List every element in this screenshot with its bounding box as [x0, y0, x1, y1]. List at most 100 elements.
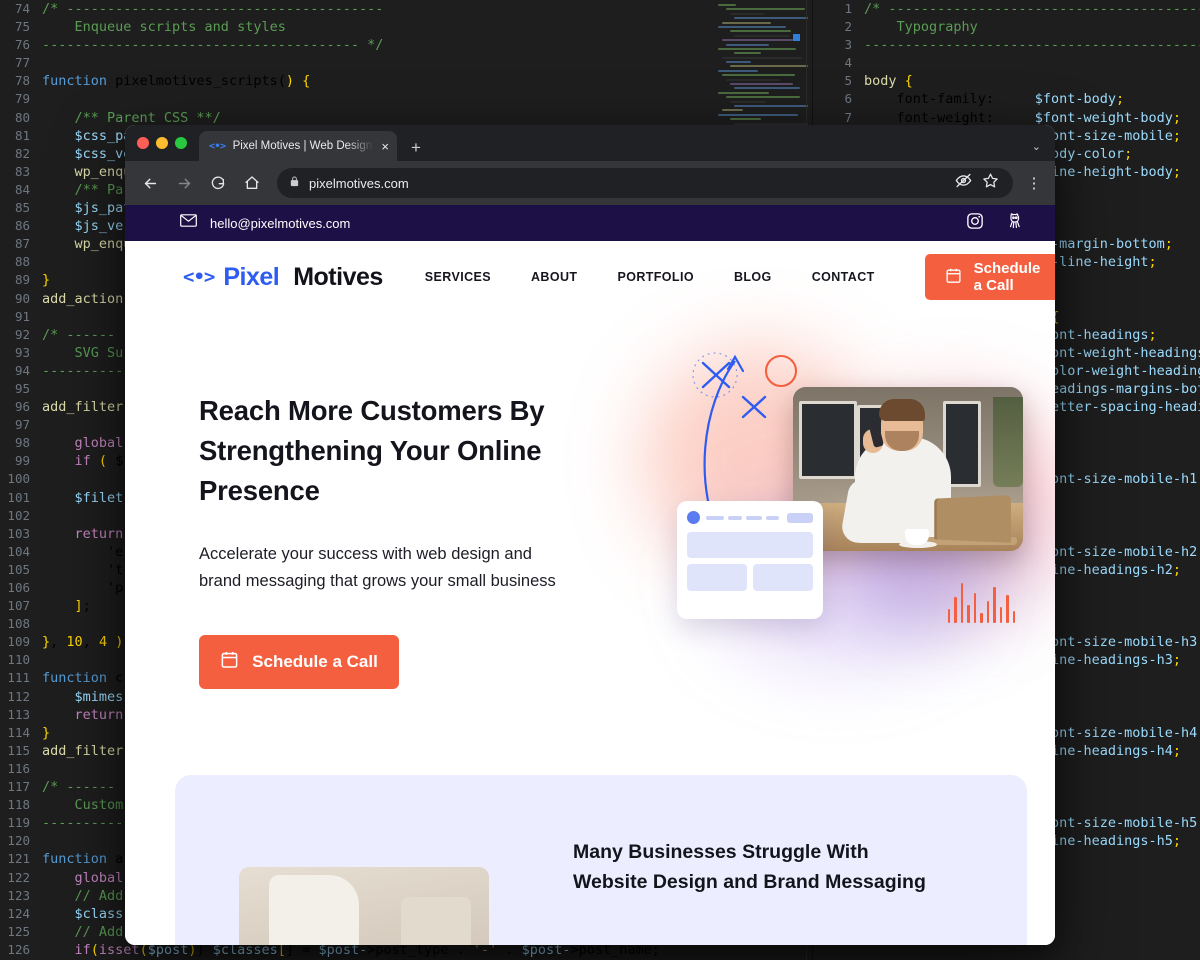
nav-item-portfolio[interactable]: PORTFOLIO: [597, 270, 714, 284]
code-line: 2 Typography: [820, 18, 1200, 36]
minimap-line: [734, 104, 808, 107]
octocat-icon[interactable]: [1006, 212, 1025, 235]
wireframe-header: [687, 511, 813, 524]
site-topbar: hello@pixelmotives.com: [125, 205, 1055, 241]
photo-person-hair: [879, 399, 925, 421]
line-number: 96: [14, 399, 30, 415]
struggle-photo: [239, 867, 489, 945]
code-line: 75 Enqueue scripts and styles: [0, 18, 712, 36]
nav-item-contact[interactable]: CONTACT: [792, 270, 895, 284]
minimap-line: [726, 8, 805, 11]
minimap-line: [730, 118, 761, 121]
line-number: 113: [7, 706, 30, 722]
line-number: 94: [14, 362, 30, 378]
code-line: 4: [820, 54, 1200, 72]
address-bar[interactable]: pixelmotives.com: [277, 168, 1013, 198]
wireframe-columns: [687, 564, 813, 591]
minimap-line: [718, 47, 796, 50]
code-line: 77: [0, 54, 712, 72]
instagram-icon[interactable]: [966, 212, 984, 235]
tab-close-icon[interactable]: ×: [381, 140, 389, 153]
line-number: 101: [7, 489, 30, 505]
nav-item-about[interactable]: ABOUT: [511, 270, 597, 284]
line-number: 102: [7, 507, 30, 523]
line-number: 95: [14, 380, 30, 396]
line-number: 86: [14, 218, 30, 234]
hero-photo-card: [793, 387, 1023, 551]
nav-schedule-call-button[interactable]: Schedule a Call: [924, 254, 1055, 300]
minimap-marker: [793, 34, 800, 41]
line-number: 89: [14, 272, 30, 288]
hero-schedule-call-button[interactable]: Schedule a Call: [199, 634, 399, 689]
line-number: 109: [7, 634, 30, 650]
chart-bar: [999, 607, 1002, 623]
code-line: 6 font-family: $font-body;: [820, 90, 1200, 108]
chart-bar: [960, 583, 963, 623]
line-number: 111: [7, 670, 30, 686]
tab-title: Pixel Motives | Web Design and: [232, 140, 375, 152]
line-code: /* -------------------------------------…: [864, 1, 1200, 17]
wireframe-hero-block: [687, 532, 813, 558]
line-number: 84: [14, 181, 30, 197]
nav-item-blog[interactable]: BLOG: [714, 270, 792, 284]
hide-password-icon[interactable]: [955, 172, 972, 194]
browser-titlebar: <•> Pixel Motives | Web Design and × + ⌄: [125, 125, 1055, 161]
wireframe-card: [677, 501, 823, 619]
line-code: font-weight: $font-weight-body;: [864, 109, 1182, 126]
chart-bar: [973, 593, 976, 623]
struggle-heading-line1: Many Businesses Struggle With: [573, 841, 869, 863]
editor-minimap[interactable]: [712, 0, 808, 130]
home-icon[interactable]: [237, 168, 267, 198]
line-code: function pixelmotives_scripts() {: [42, 73, 311, 90]
topbar-email[interactable]: hello@pixelmotives.com: [180, 214, 350, 232]
minimap-line: [722, 56, 802, 59]
nav-item-services[interactable]: SERVICES: [405, 270, 511, 284]
browser-window: <•> Pixel Motives | Web Design and × + ⌄…: [125, 125, 1055, 945]
maximize-window-button[interactable]: [175, 137, 187, 149]
site-logo[interactable]: <•> Pixel Motives: [183, 263, 383, 292]
topbar-email-text: hello@pixelmotives.com: [210, 215, 351, 231]
browser-tab[interactable]: <•> Pixel Motives | Web Design and ×: [199, 131, 397, 161]
wireframe-button: [787, 512, 813, 523]
photo-coffee-cup: [905, 529, 929, 545]
minimap-line: [730, 30, 791, 33]
hero-subtext-line2: brand messaging that grows your small bu…: [199, 572, 556, 591]
wireframe-box-right: [753, 564, 813, 591]
code-line: 76 --------------------------------------…: [0, 36, 712, 54]
minimize-window-button[interactable]: [156, 137, 168, 149]
minimap-line: [734, 34, 790, 37]
close-window-button[interactable]: [137, 137, 149, 149]
chevron-down-icon[interactable]: ⌄: [1032, 140, 1041, 153]
reload-icon[interactable]: [203, 168, 233, 198]
line-number: 3: [844, 37, 852, 53]
minimap-line: [730, 100, 766, 103]
minimap-line: [734, 87, 800, 90]
minimap-line: [734, 17, 808, 20]
line-number: 120: [7, 833, 30, 849]
line-number: 97: [14, 417, 30, 433]
topbar-social-links: [966, 212, 1025, 235]
line-code: body {: [864, 73, 913, 90]
struggle-heading-line2: Website Design and Brand Messaging: [573, 871, 926, 894]
browser-menu-icon[interactable]: ⋮: [1023, 174, 1045, 192]
hero-subtext-line1: Accelerate your success with web design …: [199, 545, 532, 564]
line-number: 123: [7, 887, 30, 903]
line-number: 125: [7, 923, 30, 939]
line-number: 6: [844, 91, 852, 107]
line-number: 2: [844, 19, 852, 35]
bookmark-star-icon[interactable]: [982, 172, 999, 194]
new-tab-button[interactable]: +: [411, 139, 421, 156]
tab-favicon-icon: <•>: [209, 140, 226, 152]
minimap-line: [722, 74, 795, 77]
browser-toolbar: pixelmotives.com ⋮: [125, 161, 1055, 205]
minimap-line: [718, 69, 758, 72]
line-code: /* -------------------------------------…: [42, 1, 384, 17]
hero-cta-label: Schedule a Call: [252, 651, 378, 671]
hero-heading: Reach More Customers By Strengthening Yo…: [199, 391, 669, 511]
line-number: 117: [7, 779, 30, 795]
back-icon[interactable]: [135, 168, 165, 198]
hero-heading-line1: Reach More Customers By: [199, 395, 545, 426]
struggle-circle-decoration: [481, 943, 525, 945]
forward-icon[interactable]: [169, 168, 199, 198]
hero-section: Reach More Customers By Strengthening Yo…: [125, 313, 1055, 689]
